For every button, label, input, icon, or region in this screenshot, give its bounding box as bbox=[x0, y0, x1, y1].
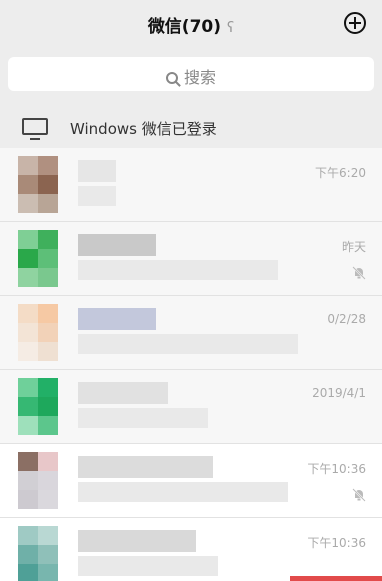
blurred-name bbox=[78, 234, 156, 256]
chat-time: 2019/4/1 bbox=[312, 386, 366, 400]
monitor-icon bbox=[22, 118, 48, 140]
ear-icon[interactable]: ʕ bbox=[227, 20, 234, 36]
plus-circle-icon[interactable] bbox=[344, 12, 366, 34]
avatar bbox=[18, 156, 58, 214]
search-placeholder: 搜索 bbox=[183, 68, 216, 87]
top-bar: 微信(70) ʕ bbox=[0, 0, 382, 48]
title-text: 微信(70) bbox=[147, 17, 222, 37]
search-icon bbox=[165, 72, 178, 84]
avatar bbox=[18, 378, 58, 436]
page-title: 微信(70) ʕ bbox=[0, 12, 382, 37]
blurred-name bbox=[78, 160, 116, 182]
blurred-name bbox=[78, 456, 213, 478]
avatar bbox=[18, 230, 58, 288]
blurred-message bbox=[78, 334, 298, 354]
blurred-message bbox=[78, 556, 218, 576]
chat-time: 下午10:36 bbox=[307, 536, 366, 550]
avatar bbox=[18, 304, 58, 362]
chat-item[interactable]: 下午6:20 bbox=[0, 148, 382, 222]
mute-bell-icon bbox=[352, 488, 366, 502]
chat-time: 下午10:36 bbox=[307, 462, 366, 476]
chat-time: 昨天 bbox=[341, 240, 366, 254]
blurred-name bbox=[78, 530, 196, 552]
blurred-message bbox=[78, 260, 278, 280]
blurred-message bbox=[78, 408, 208, 428]
chat-item[interactable]: 下午10:36 bbox=[0, 518, 382, 581]
chat-time: 0/2/28 bbox=[327, 312, 366, 326]
pc-login-status[interactable]: Windows 微信已登录 bbox=[0, 108, 382, 146]
avatar bbox=[18, 526, 58, 581]
blurred-message bbox=[78, 186, 116, 206]
chat-item[interactable]: 2019/4/1 bbox=[0, 370, 382, 444]
unread-banner-strip bbox=[290, 576, 382, 581]
blurred-name bbox=[78, 308, 156, 330]
chat-list: 下午6:20 昨天 0/2/28 2019/4/1 下午10:36 下午10:3… bbox=[0, 148, 382, 581]
avatar bbox=[18, 452, 58, 510]
chat-item[interactable]: 昨天 bbox=[0, 222, 382, 296]
blurred-message bbox=[78, 482, 288, 502]
mute-bell-icon bbox=[352, 266, 366, 280]
chat-time: 下午6:20 bbox=[315, 166, 366, 180]
pc-login-label: Windows 微信已登录 bbox=[70, 120, 217, 138]
chat-item[interactable]: 下午10:36 bbox=[0, 444, 382, 518]
chat-item[interactable]: 0/2/28 bbox=[0, 296, 382, 370]
search-bar[interactable]: 搜索 bbox=[8, 57, 374, 91]
blurred-name bbox=[78, 382, 168, 404]
